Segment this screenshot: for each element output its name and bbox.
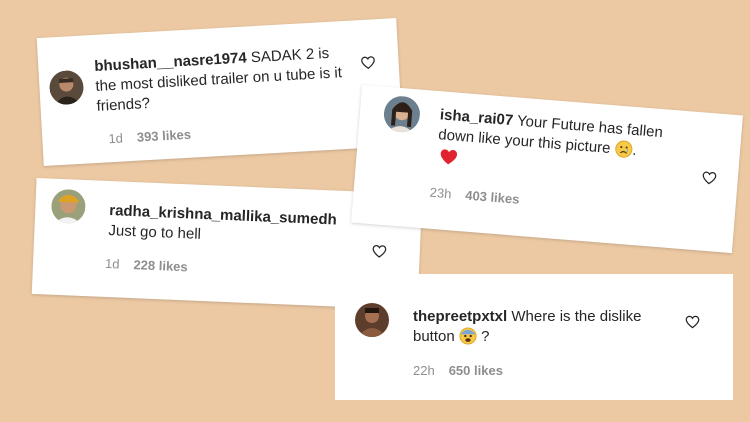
comment-text-end: . — [631, 141, 638, 160]
comment-time: 23h — [429, 184, 452, 202]
comment-username[interactable]: thepreetpxtxl — [413, 308, 507, 325]
comment-meta: 1d 393 likes — [108, 127, 191, 147]
heart-outline-icon[interactable] — [685, 315, 700, 329]
avatar[interactable] — [355, 303, 389, 337]
comment-time: 1d — [104, 255, 120, 272]
comment-body: thepreetpxtxl Where is the dislike butto… — [413, 307, 677, 351]
comment-likes[interactable]: 393 likes — [136, 127, 191, 145]
comment-time: 1d — [108, 130, 124, 147]
comment-likes[interactable]: 228 likes — [133, 257, 188, 274]
comment-card: bhushan__nasre1974 SADAK 2 is the most d… — [36, 18, 404, 166]
heart-outline-icon[interactable] — [701, 170, 717, 185]
fearful-face-emoji — [459, 327, 477, 351]
comment-meta: 22h 650 likes — [413, 363, 503, 378]
heart-outline-icon[interactable] — [360, 55, 376, 70]
comment-meta: 23h 403 likes — [429, 185, 520, 207]
heart-outline-icon[interactable] — [372, 244, 388, 259]
red-heart-emoji — [438, 147, 460, 172]
comment-likes[interactable]: 403 likes — [465, 188, 520, 207]
comment-body: bhushan__nasre1974 SADAK 2 is the most d… — [94, 43, 347, 117]
comment-text-end: ? — [481, 328, 490, 345]
comment-card: thepreetpxtxl Where is the dislike butto… — [335, 274, 733, 400]
avatar[interactable] — [48, 69, 85, 106]
sad-face-emoji — [613, 139, 633, 164]
comment-text: Just go to hell — [108, 222, 202, 243]
comment-meta: 1d 228 likes — [105, 256, 188, 274]
comment-likes[interactable]: 650 likes — [449, 363, 503, 378]
comment-body: isha_rai07 Your Future has fallen down l… — [437, 105, 700, 170]
avatar[interactable] — [50, 188, 87, 225]
hidden-meta-strip — [503, 264, 563, 274]
comment-time: 22h — [413, 363, 435, 378]
avatar[interactable] — [382, 94, 422, 134]
comment-username[interactable]: isha_rai07 — [439, 106, 514, 129]
